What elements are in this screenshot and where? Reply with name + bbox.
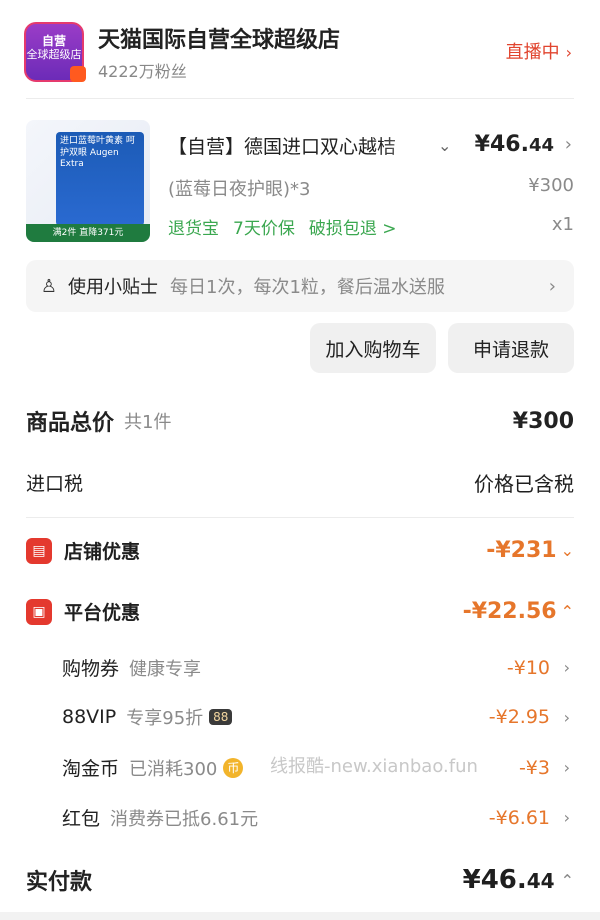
store-logo-line2: 全球超级店 (26, 48, 82, 62)
product-image-text: 进口蓝莓叶黄素 呵护双眼 Augen Extra (60, 136, 135, 170)
total-value: ¥300 (512, 408, 574, 434)
store-name[interactable]: 天猫国际自营全球超级店 (98, 22, 340, 54)
service-damage: 破损包退 > (308, 219, 397, 239)
discount-item-value: -¥2.95 (488, 706, 550, 728)
chevron-right-icon: › (548, 275, 556, 297)
service-return: 退货宝 (168, 219, 219, 239)
divider (26, 98, 574, 99)
shop-icon: ▤ (26, 537, 52, 564)
paid-dec: 44 (526, 869, 555, 893)
gold-coin-icon: 币 (223, 757, 244, 778)
product-box-graphic: 进口蓝莓叶黄素 呵护双眼 Augen Extra (56, 132, 144, 226)
tips-value: 每日1次，每次1粒，餐后温水送服 (170, 277, 445, 298)
discount-item-tag: 消费券已抵6.61元 (110, 808, 259, 830)
discount-item-row[interactable]: 88VIP 专享95折 88 -¥2.95 › (0, 704, 600, 730)
total-row: 商品总价 共1件 ¥300 (0, 405, 600, 437)
service-price-protect: 7天价保 (233, 219, 295, 239)
add-to-cart-button[interactable]: 加入购物车 (310, 323, 436, 373)
product-quantity: x1 (551, 214, 574, 235)
paid-symbol: ¥ (462, 865, 481, 895)
chevron-right-icon: › (563, 758, 570, 777)
chevron-up-icon: ⌃ (560, 602, 574, 621)
watermark: 线报酷-new.xianbao.fun (270, 756, 478, 777)
platform-icon: ▣ (26, 598, 52, 625)
discount-item-tag: 已消耗300 (129, 758, 218, 780)
platform-discount-label: 平台优惠 (64, 602, 141, 624)
store-logo[interactable]: 自营 全球超级店 (24, 22, 86, 82)
paid-row[interactable]: 实付款 ¥46.44 ⌃ (0, 864, 600, 896)
shop-discount-value: -¥231 (486, 538, 557, 563)
chevron-right-icon: › (563, 808, 570, 827)
total-label: 商品总价 (26, 411, 115, 436)
store-logo-line1: 自营 (41, 34, 66, 48)
vip-88-badge-icon: 88 (209, 709, 233, 725)
chevron-up-icon: ⌃ (560, 870, 574, 890)
live-link[interactable]: 直播中 › (506, 38, 572, 64)
price-symbol: ¥ (474, 132, 490, 157)
tax-value: 价格已含税 (474, 472, 574, 496)
product-spec: (蓝莓日夜护眼)*3 (168, 179, 311, 200)
tips-label: 使用小贴士 (68, 277, 158, 298)
platform-discount-row[interactable]: ▣ 平台优惠 -¥22.56 ⌃ (0, 598, 600, 625)
product-original-price: ¥300 (528, 175, 574, 196)
chevron-down-icon[interactable]: ⌄ (438, 136, 451, 155)
chevron-right-icon: › (563, 658, 570, 677)
title-fade (380, 128, 440, 158)
tax-row: 进口税 价格已含税 (0, 468, 600, 497)
divider (26, 517, 574, 518)
request-refund-button[interactable]: 申请退款 (448, 323, 574, 373)
discount-item-label: 购物券 (62, 658, 120, 680)
discount-item-label: 88VIP (62, 706, 117, 728)
chevron-right-icon[interactable]: › (565, 134, 572, 155)
store-fans: 4222万粉丝 (98, 62, 187, 81)
discount-item-label: 红包 (62, 808, 101, 830)
price-dec: 44 (528, 135, 554, 156)
discount-item-label: 淘金币 (62, 758, 120, 780)
paid-label: 实付款 (26, 870, 93, 895)
usage-tips[interactable]: ♙ 使用小贴士 每日1次，每次1粒，餐后温水送服 › (26, 260, 574, 312)
platform-discount-value: -¥22.56 (462, 599, 557, 624)
discount-item-row[interactable]: 购物券 健康专享 -¥10 › (0, 654, 600, 681)
product-image[interactable]: 进口蓝莓叶黄素 呵护双眼 Augen Extra 满2件 直降371元 (26, 120, 150, 242)
live-label: 直播中 (505, 42, 560, 63)
live-badge-icon (70, 66, 86, 82)
total-count: 共1件 (124, 412, 172, 433)
chevron-right-icon: › (563, 707, 570, 727)
tax-label: 进口税 (26, 473, 84, 495)
shop-discount-row[interactable]: ▤ 店铺优惠 -¥231 ⌄ (0, 537, 600, 564)
shop-discount-label: 店铺优惠 (64, 541, 141, 563)
chevron-down-icon: ⌄ (560, 541, 574, 560)
discount-item-tag: 专享95折 (126, 708, 204, 729)
price-int: 46. (489, 132, 529, 157)
discount-item-value: -¥10 (506, 656, 550, 679)
chevron-right-icon: › (565, 43, 572, 62)
person-icon: ♙ (40, 275, 58, 297)
bottom-bar (0, 912, 600, 920)
discount-item-value: -¥6.61 (488, 806, 550, 829)
discount-item-tag: 健康专享 (129, 658, 202, 680)
product-services[interactable]: 退货宝 7天价保 破损包退 > (168, 214, 396, 239)
product-price: ¥46.44 (475, 132, 554, 157)
paid-value: ¥46.44 (463, 865, 555, 895)
product-promo-banner: 满2件 直降371元 (26, 224, 150, 242)
discount-item-value: -¥3 (518, 756, 550, 779)
discount-item-row[interactable]: 红包 消费券已抵6.61元 -¥6.61 › (0, 804, 600, 831)
paid-int: 46. (480, 865, 527, 895)
